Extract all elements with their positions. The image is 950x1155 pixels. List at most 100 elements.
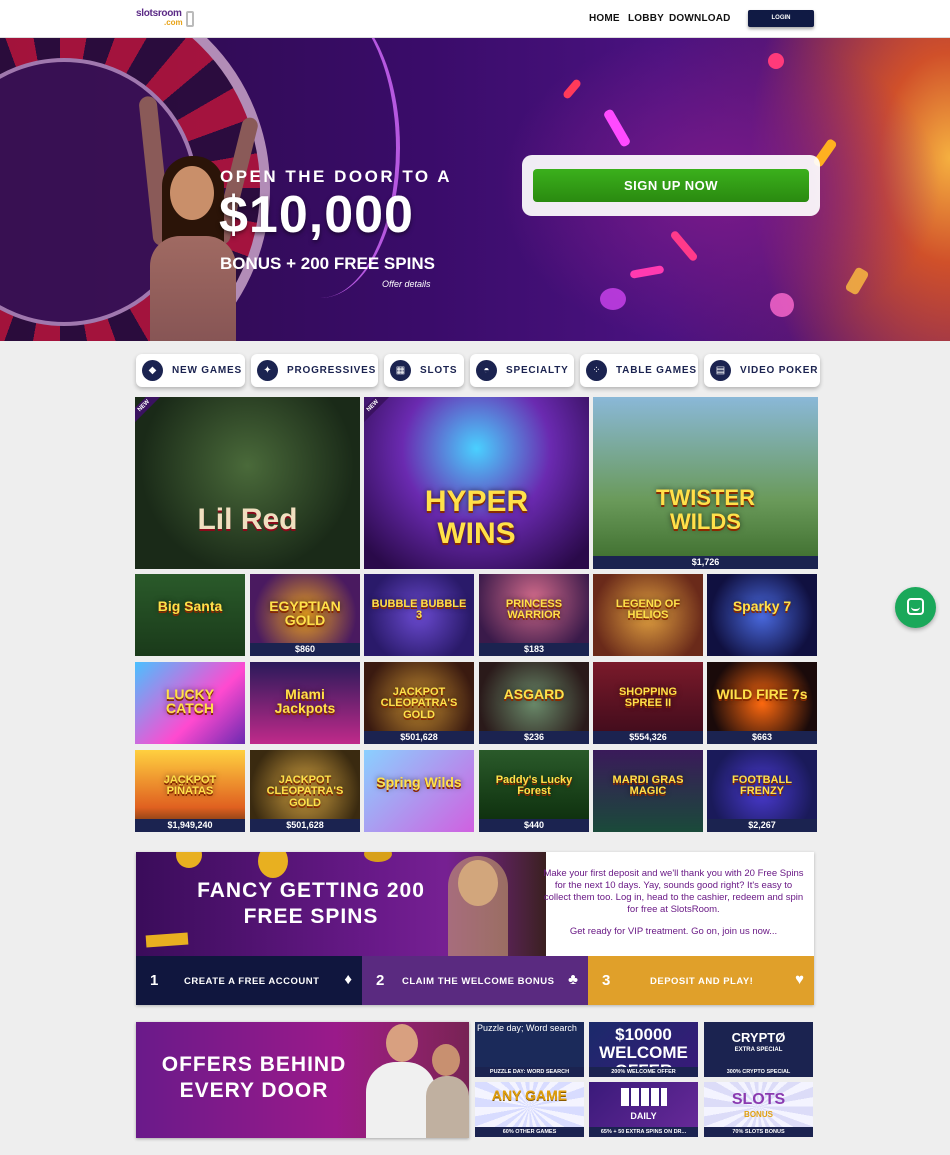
tab-table-games[interactable]: ⁘ TABLE GAMES [580, 354, 698, 387]
game-tile[interactable]: FOOTBALL FRENZY $2,267 [707, 750, 817, 832]
game-title: LEGEND OF HELIOS [615, 597, 681, 622]
jackpot-amount: $1,949,240 [135, 819, 245, 832]
promo-text-2: Get ready for VIP treatment. Go on, join… [569, 926, 778, 937]
game-tile[interactable]: JACKPOT PIÑATAS $1,949,240 [135, 750, 245, 832]
tab-new-games[interactable]: ◆ NEW GAMES [136, 354, 245, 387]
tab-slots[interactable]: ▦ SLOTS [384, 354, 464, 387]
step-number: 1 [150, 972, 159, 989]
offer-caption: 300% CRYPTO SPECIAL [704, 1067, 813, 1077]
slot-machine-icon: ▦ [390, 360, 411, 381]
game-title: Paddy's Lucky Forest [495, 773, 573, 798]
offer-crypto[interactable]: CRYPTØ EXTRA SPECIAL 300% CRYPTO SPECIAL [704, 1022, 813, 1077]
light-streak [844, 266, 870, 296]
tab-label: VIDEO POKER [740, 365, 819, 376]
game-tile[interactable]: EGYPTIAN GOLD $860 [250, 574, 360, 656]
jackpot-amount: $554,326 [593, 731, 703, 744]
game-tile[interactable]: LUCKY CATCH [135, 662, 245, 744]
tab-label: TABLE GAMES [616, 365, 697, 376]
door-icon [186, 11, 194, 27]
game-tile[interactable]: Spring Wilds [364, 750, 474, 832]
nav-download[interactable]: DOWNLOAD [669, 13, 731, 24]
calendar-icon [621, 1088, 667, 1106]
chips-icon: ⁘ [586, 360, 607, 381]
step-deposit-play[interactable]: 3 DEPOSIT AND PLAY! ♥ [588, 956, 814, 1005]
offer-any-game[interactable]: ANY GAME 60% OTHER GAMES [475, 1082, 584, 1137]
offer-headline: ANY GAME [491, 1087, 568, 1103]
light-streak [561, 78, 583, 100]
game-title: ASGARD [503, 685, 565, 702]
game-title: JACKPOT CLEOPATRA'S GOLD [266, 773, 344, 809]
game-art [707, 574, 817, 656]
light-streak [768, 53, 784, 69]
step-number: 2 [376, 972, 385, 989]
login-button[interactable]: LOGIN [748, 10, 814, 27]
game-title: Lil Red [197, 502, 298, 536]
game-title: LUCKY CATCH [165, 685, 215, 717]
light-streak [629, 265, 665, 279]
slotsroom-logo[interactable]: slotsroom .com [136, 8, 196, 30]
game-tile[interactable]: JACKPOT CLEOPATRA'S GOLD $501,628 [364, 662, 474, 744]
step-create-account[interactable]: 1 CREATE A FREE ACCOUNT ♦ [136, 956, 362, 1005]
jackpot-amount: $860 [250, 643, 360, 656]
offers-banner[interactable]: OFFERS BEHIND EVERY DOOR [136, 1022, 469, 1138]
game-tile[interactable]: Paddy's Lucky Forest $440 [479, 750, 589, 832]
game-tile[interactable]: Miami Jackpots [250, 662, 360, 744]
game-tile-hyper-wins[interactable]: HYPER WINS NEW [364, 397, 589, 569]
game-tile[interactable]: BUBBLE BUBBLE 3 [364, 574, 474, 656]
game-tile-lil-red[interactable]: Lil Red NEW [135, 397, 360, 569]
jackpot-amount: $2,267 [707, 819, 817, 832]
jackpot-amount: $236 [479, 731, 589, 744]
game-tile-twister-wilds[interactable]: TWISTER WILDS $1,726 [593, 397, 818, 569]
game-tile[interactable]: ASGARD $236 [479, 662, 589, 744]
jackpot-amount: $501,628 [250, 819, 360, 832]
promo-description: Make your first deposit and we'll thank … [541, 868, 806, 938]
game-title: JACKPOT CLEOPATRA'S GOLD [380, 685, 458, 721]
game-art [593, 397, 818, 569]
offer-daily[interactable]: DAILY 65% + 50 EXTRA SPINS ON DR... [589, 1082, 698, 1137]
step-claim-bonus[interactable]: 2 CLAIM THE WELCOME BONUS ♣ [362, 956, 588, 1005]
offer-alt-text: Puzzle day; Word search [477, 1023, 577, 1033]
logo-suffix: .com [164, 18, 183, 27]
top-navigation-bar: slotsroom .com HOME LOBBY DOWNLOAD LOGIN [0, 0, 950, 38]
promo-text-1: Make your first deposit and we'll thank … [543, 868, 804, 915]
game-tile[interactable]: Sparky 7 [707, 574, 817, 656]
game-title: FOOTBALL FRENZY [732, 773, 792, 798]
tab-specialty[interactable]: ◓ SPECIALTY [470, 354, 574, 387]
nav-home[interactable]: HOME [589, 13, 620, 24]
nav-lobby[interactable]: LOBBY [628, 13, 664, 24]
game-art [135, 574, 245, 656]
game-title: EGYPTIAN GOLD [269, 597, 341, 629]
offer-details-link[interactable]: Offer details [382, 279, 431, 289]
game-title: WILD FIRE 7s [716, 685, 808, 702]
game-tile[interactable]: PRINCESS WARRIOR $183 [479, 574, 589, 656]
offer-puzzle-day[interactable]: Puzzle day; Word search PUZZLE DAY: WORD… [475, 1022, 584, 1077]
game-title: Sparky 7 [732, 597, 792, 614]
step-label: DEPOSIT AND PLAY! [650, 976, 754, 987]
step-label: CLAIM THE WELCOME BONUS [402, 976, 555, 987]
offer-caption: 200% WELCOME OFFER [589, 1067, 698, 1077]
heart-suit-icon: ♥ [795, 971, 804, 988]
tab-progressives[interactable]: ✦ PROGRESSIVES [251, 354, 378, 387]
light-streak [669, 229, 699, 263]
dish-icon: ◓ [476, 360, 497, 381]
game-tile[interactable]: SHOPPING SPREE II $554,326 [593, 662, 703, 744]
tab-video-poker[interactable]: ▤ VIDEO POKER [704, 354, 820, 387]
live-chat-button[interactable] [895, 587, 936, 628]
tab-label: SLOTS [420, 365, 458, 376]
offer-slots-bonus[interactable]: SLOTS BONUS 70% SLOTS BONUS [704, 1082, 813, 1137]
offer-headline: DAILY [630, 1111, 657, 1121]
game-title: TWISTER WILDS [656, 485, 755, 534]
game-title: HYPER WINS [424, 485, 529, 550]
offer-headline: SLOTS [731, 1091, 786, 1108]
jackpot-amount: $663 [707, 731, 817, 744]
offer-welcome[interactable]: $10000 WELCOME OFFER 200% WELCOME OFFER [589, 1022, 698, 1077]
game-tile[interactable]: WILD FIRE 7s $663 [707, 662, 817, 744]
game-title: Miami Jackpots [274, 685, 336, 717]
offer-caption: PUZZLE DAY: WORD SEARCH [475, 1067, 584, 1077]
sign-up-button[interactable]: SIGN UP NOW [533, 169, 809, 202]
game-tile[interactable]: JACKPOT CLEOPATRA'S GOLD $501,628 [250, 750, 360, 832]
game-tile[interactable]: MARDI GRAS MAGIC [593, 750, 703, 832]
game-tile[interactable]: Big Santa [135, 574, 245, 656]
game-tile[interactable]: LEGEND OF HELIOS [593, 574, 703, 656]
promo-title: FANCY GETTING 200 FREE SPINS [197, 879, 425, 928]
